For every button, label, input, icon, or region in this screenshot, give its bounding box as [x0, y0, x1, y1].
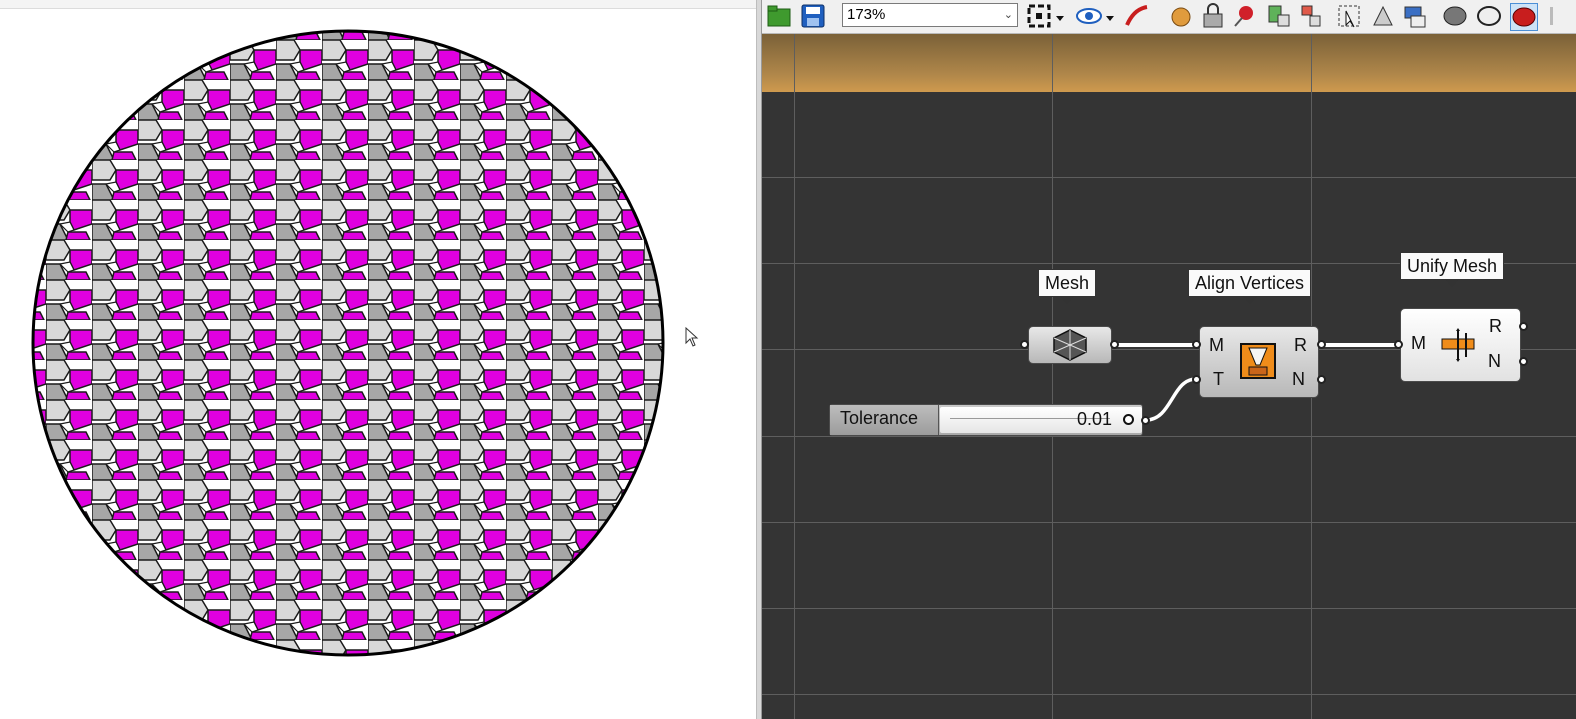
sketch-icon[interactable] — [1124, 3, 1150, 29]
mesh-shade-icon[interactable] — [1442, 3, 1468, 29]
lock-icon[interactable] — [1200, 3, 1226, 29]
unify-output-n-port[interactable] — [1519, 357, 1528, 366]
zoom-extents-icon[interactable] — [1026, 3, 1052, 29]
align-vertices-icon — [1240, 343, 1276, 379]
render-icon[interactable] — [1510, 3, 1538, 31]
tolerance-label: Tolerance — [840, 408, 919, 428]
more-icon[interactable] — [1548, 3, 1574, 29]
wire-icon[interactable] — [1476, 3, 1502, 29]
align-vertices-label: Align Vertices — [1188, 269, 1312, 304]
unify-mesh-component[interactable]: M R N — [1400, 308, 1521, 382]
mouse-cursor-icon — [685, 327, 699, 347]
open-file-icon[interactable] — [766, 3, 792, 29]
align-output-r-label: R — [1294, 335, 1307, 355]
tolerance-value: 0.01 — [1076, 409, 1112, 429]
mesh-sphere-preview — [31, 29, 665, 657]
tolerance-slider[interactable]: Tolerance 0.01 — [829, 404, 1143, 436]
canvas-toolbar: 173% ⌄ — [762, 0, 1576, 34]
align-output-n-label: N — [1292, 369, 1305, 389]
mesh-icon — [1053, 329, 1087, 361]
export-icon[interactable] — [1402, 3, 1428, 29]
unify-output-r-port[interactable] — [1519, 322, 1528, 331]
mesh-param[interactable] — [1028, 326, 1112, 364]
mesh-input-port[interactable] — [1020, 340, 1029, 349]
save-icon[interactable] — [800, 3, 826, 29]
unify-input-m-port[interactable] — [1394, 340, 1403, 349]
tolerance-label-box: Tolerance — [830, 405, 939, 435]
pin-icon[interactable] — [1232, 3, 1258, 29]
wire-tolerance-align — [1145, 377, 1197, 422]
unify-mesh-icon — [1441, 328, 1475, 362]
tolerance-output-port[interactable] — [1141, 416, 1150, 425]
preview-eye-icon[interactable] — [1076, 3, 1102, 29]
unify-output-r-label: R — [1489, 316, 1502, 336]
unify-input-m-label: M — [1411, 333, 1426, 353]
grasshopper-editor: 173% ⌄ Mesh Align Vertices M T R N Unify… — [762, 0, 1576, 719]
geometry-icon[interactable] — [1370, 3, 1396, 29]
bake-icon[interactable] — [1168, 3, 1194, 29]
zoom-select[interactable]: 173% ⌄ — [842, 3, 1018, 27]
unify-output-n-label: N — [1488, 351, 1501, 371]
slider-track[interactable]: 0.01 — [940, 407, 1142, 433]
chevron-down-icon: ⌄ — [1003, 9, 1013, 21]
mesh-output-port[interactable] — [1110, 340, 1119, 349]
align-input-m-label: M — [1209, 335, 1224, 355]
align-input-t-label: T — [1213, 369, 1224, 389]
group-icon[interactable] — [1266, 3, 1292, 29]
align-output-n-port[interactable] — [1317, 375, 1326, 384]
zoom-level: 173% — [847, 6, 886, 23]
grasshopper-canvas[interactable]: Mesh Align Vertices M T R N Unify Mesh M… — [762, 34, 1576, 719]
align-vertices-component[interactable]: M T R N — [1199, 326, 1319, 398]
slider-grip[interactable] — [1123, 414, 1134, 425]
align-output-r-port[interactable] — [1317, 340, 1326, 349]
rhino-viewport[interactable] — [0, 0, 756, 719]
mesh-label: Mesh — [1038, 269, 1097, 304]
chevron-down-icon[interactable] — [1054, 3, 1066, 29]
unify-mesh-label: Unify Mesh — [1400, 252, 1505, 287]
chevron-down-icon[interactable] — [1104, 3, 1116, 29]
align-input-m-port[interactable] — [1192, 340, 1201, 349]
align-input-t-port[interactable] — [1192, 375, 1201, 384]
cluster-icon[interactable] — [1298, 3, 1324, 29]
select-icon[interactable] — [1336, 3, 1362, 29]
